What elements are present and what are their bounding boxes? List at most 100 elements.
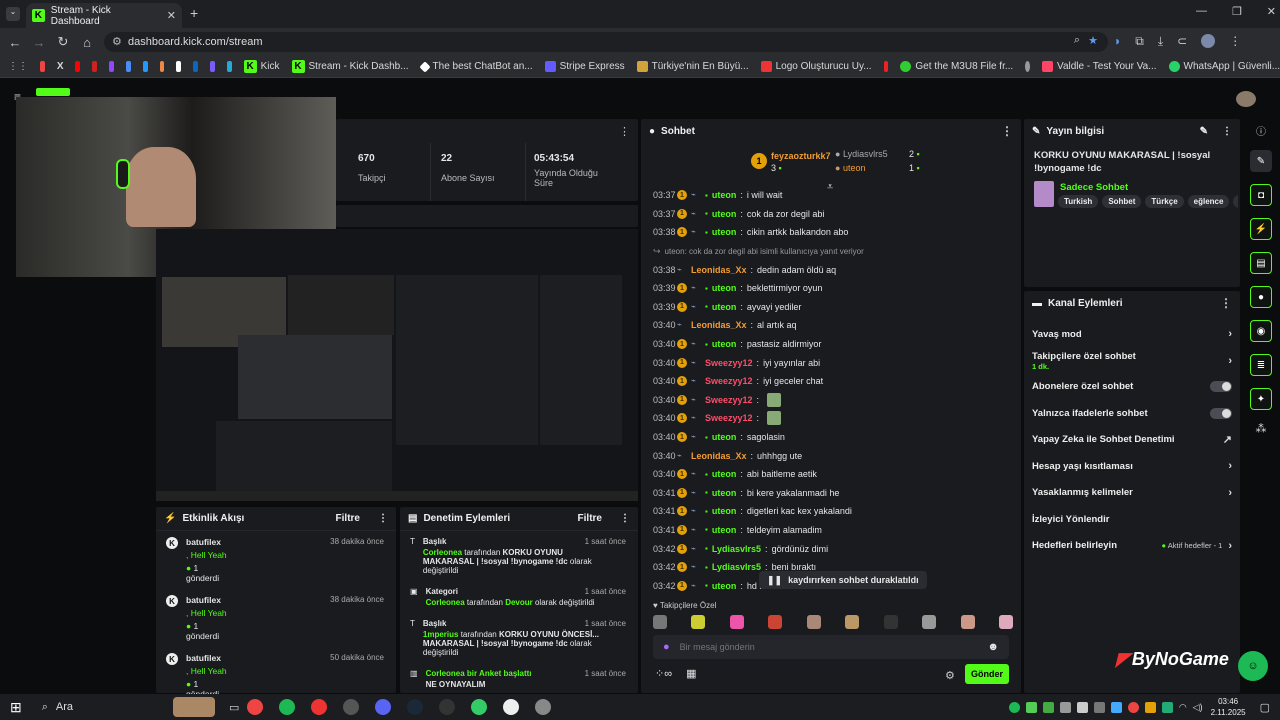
emotes-only-toggle[interactable] xyxy=(1210,407,1232,419)
category-thumbnail[interactable] xyxy=(1034,181,1054,207)
moderation-filter-button[interactable]: Filtre xyxy=(578,513,602,524)
tray-icon[interactable] xyxy=(1059,701,1071,713)
emote-icon[interactable] xyxy=(922,615,937,629)
list-tool-icon[interactable]: ≣ xyxy=(1250,354,1272,376)
emote-icon[interactable] xyxy=(691,615,706,629)
support-chat-button[interactable]: ☺ xyxy=(1238,651,1268,681)
app-icon[interactable] xyxy=(535,699,552,715)
message-user[interactable]: uteon xyxy=(712,469,737,479)
chat-message[interactable]: 03:37 1 ⌁ ▪ uteon: cok da zor degil abi xyxy=(641,205,1021,224)
chat-menu-icon[interactable]: ⋮ xyxy=(1001,124,1013,138)
bookmark-turkiye[interactable]: Türkiye'nin En Büyü... xyxy=(636,61,749,72)
tray-icon[interactable] xyxy=(1161,701,1173,713)
message-user[interactable]: uteon xyxy=(712,488,737,498)
home-icon[interactable]: ⌂ xyxy=(75,35,99,50)
edit-tool-icon[interactable]: ✎ xyxy=(1250,150,1272,172)
extensions-puzzle-icon[interactable]: ⧉ xyxy=(1135,34,1144,49)
message-user[interactable]: uteon xyxy=(712,209,737,219)
chat-message[interactable]: 03:41 1 ⌁ ▪ uteon: bi kere yakalanmadi he xyxy=(641,484,1021,503)
site-info-icon[interactable]: ⚙ xyxy=(112,35,122,48)
message-user[interactable]: uteon xyxy=(712,302,737,312)
search-icon[interactable]: ⌕ xyxy=(42,701,48,714)
youtube-icon[interactable] xyxy=(75,61,81,72)
stream-tag[interactable]: Türkçe xyxy=(1145,195,1184,208)
emote-icon[interactable] xyxy=(960,615,975,629)
chat-message[interactable]: ↪ uteon: cok da zor degil abi isimli kull… xyxy=(641,242,1021,261)
apps-grid-icon[interactable]: ⋮⋮ xyxy=(8,61,28,72)
moderation-menu-icon[interactable]: ⋮ xyxy=(620,513,630,524)
message-user[interactable]: uteon xyxy=(712,506,737,516)
app-icon[interactable] xyxy=(471,699,488,715)
app-icon[interactable] xyxy=(503,699,520,715)
broadcast-tool-icon[interactable]: ◉ xyxy=(1250,320,1272,342)
bookmark-icon[interactable] xyxy=(125,61,131,72)
bookmark-icon[interactable] xyxy=(92,61,98,72)
action-ai-moderation[interactable]: Yapay Zeka ile Sohbet Denetimi ↗ xyxy=(1024,427,1240,454)
chat-message[interactable]: 03:40 1 ⌁ ▪ uteon: abi baitleme aetik xyxy=(641,465,1021,484)
scan-tool-icon[interactable]: ◘ xyxy=(1250,184,1272,206)
bookmark-icon[interactable] xyxy=(142,61,148,72)
bookmark-star-icon[interactable]: ★ xyxy=(1088,34,1098,47)
stream-tag[interactable]: Turkish xyxy=(1058,195,1099,208)
chat-message[interactable]: 03:40 1 ⌁ Sweezyy12: xyxy=(641,409,1021,428)
chat-message[interactable]: 03:40 1 ⌁ Sweezyy12: iyi yayınlar abi xyxy=(641,353,1021,372)
stream-tag[interactable]: Sohbet xyxy=(1102,195,1142,208)
new-tab-icon[interactable]: + xyxy=(190,5,198,21)
message-user[interactable]: Leonidas_Xx xyxy=(691,265,747,275)
action-subscribers-only[interactable]: Abonelere özel sohbet xyxy=(1024,374,1240,401)
tray-icon[interactable] xyxy=(1076,701,1088,713)
edit-icon[interactable]: ✎ xyxy=(1200,126,1208,137)
message-user[interactable]: uteon xyxy=(712,339,737,349)
emote-icon[interactable] xyxy=(845,615,860,629)
browser-menu-icon[interactable]: ⋮ xyxy=(1229,34,1241,49)
kick-logo[interactable] xyxy=(36,88,70,96)
activity-menu-icon[interactable]: ⋮ xyxy=(378,513,388,524)
stream-tag[interactable]: eğlence xyxy=(1187,195,1230,208)
mic-icon[interactable]: ● xyxy=(663,641,670,653)
send-button[interactable]: Gönder xyxy=(965,664,1009,684)
message-user[interactable]: uteon xyxy=(712,283,737,293)
chat-input[interactable]: ● ☻ xyxy=(653,635,1009,659)
browser-tab[interactable]: K Stream - Kick Dashboard ✕ xyxy=(26,3,182,28)
chat-message[interactable]: 03:39 1 ⌁ ▪ uteon: ayvayi yediler xyxy=(641,298,1021,317)
reload-icon[interactable]: ↻ xyxy=(51,34,75,50)
emote-icon[interactable] xyxy=(729,615,744,629)
user-avatar[interactable] xyxy=(1236,91,1256,107)
tray-icon[interactable] xyxy=(1144,701,1156,713)
taskbar-search[interactable]: Ara xyxy=(56,701,73,713)
close-tab-icon[interactable]: ✕ xyxy=(167,9,176,22)
message-user[interactable]: Lydiasvlrs5 xyxy=(712,544,761,554)
tray-icon[interactable] xyxy=(1025,701,1037,713)
chat-message[interactable]: 03:38 ⌁ Leonidas_Xx: dedin adam öldü aq xyxy=(641,260,1021,279)
tray-icon[interactable] xyxy=(1008,701,1020,713)
message-user[interactable]: Leonidas_Xx xyxy=(691,320,747,330)
category-name[interactable]: Sadece Sohbet xyxy=(1060,182,1128,193)
chat-message[interactable]: 03:40 ⌁ Leonidas_Xx: al artık aq xyxy=(641,316,1021,335)
zoom-search-icon[interactable]: ⌕ xyxy=(1074,34,1080,47)
message-user[interactable]: uteon xyxy=(712,525,737,535)
amazon-icon[interactable] xyxy=(176,61,182,72)
emote-icon[interactable] xyxy=(998,615,1013,629)
store-icon[interactable]: ▦ xyxy=(686,667,696,680)
chat-paused-notice[interactable]: ❚❚ kaydırırken sohbet duraklatıldı xyxy=(759,571,927,589)
bookmark-whatsapp[interactable]: WhatsApp | Güvenli... xyxy=(1168,61,1280,72)
bookmark-kick[interactable]: K Kick xyxy=(243,60,280,73)
bolt-tool-icon[interactable]: ⚡ xyxy=(1250,218,1272,240)
task-view-icon[interactable]: ▭ xyxy=(229,701,239,714)
chat-message[interactable]: 03:40 1 ⌁ Sweezyy12: iyi geceler chat xyxy=(641,372,1021,391)
taskbar-clock[interactable]: 03:46 2.11.2025 xyxy=(1211,696,1246,718)
chat-input-field[interactable] xyxy=(679,642,978,652)
extension-icon[interactable]: ◗ xyxy=(1114,34,1121,49)
message-user[interactable]: Sweezyy12 xyxy=(705,376,753,386)
spotify-icon[interactable] xyxy=(279,699,296,715)
message-user[interactable]: uteon xyxy=(712,190,737,200)
profile-avatar-icon[interactable] xyxy=(1201,34,1216,48)
emoji-icon[interactable]: ☻ xyxy=(987,641,999,653)
network-icon[interactable]: ◠ xyxy=(1179,702,1187,713)
tab-list-icon[interactable]: ⌄ xyxy=(6,7,20,21)
chat-message[interactable]: 03:40 1 ⌁ Sweezyy12: xyxy=(641,391,1021,410)
chat-tool-icon[interactable]: ● xyxy=(1250,286,1272,308)
obs-icon[interactable] xyxy=(343,699,360,715)
app-icon[interactable] xyxy=(311,699,328,715)
tray-icon[interactable] xyxy=(1093,701,1105,713)
